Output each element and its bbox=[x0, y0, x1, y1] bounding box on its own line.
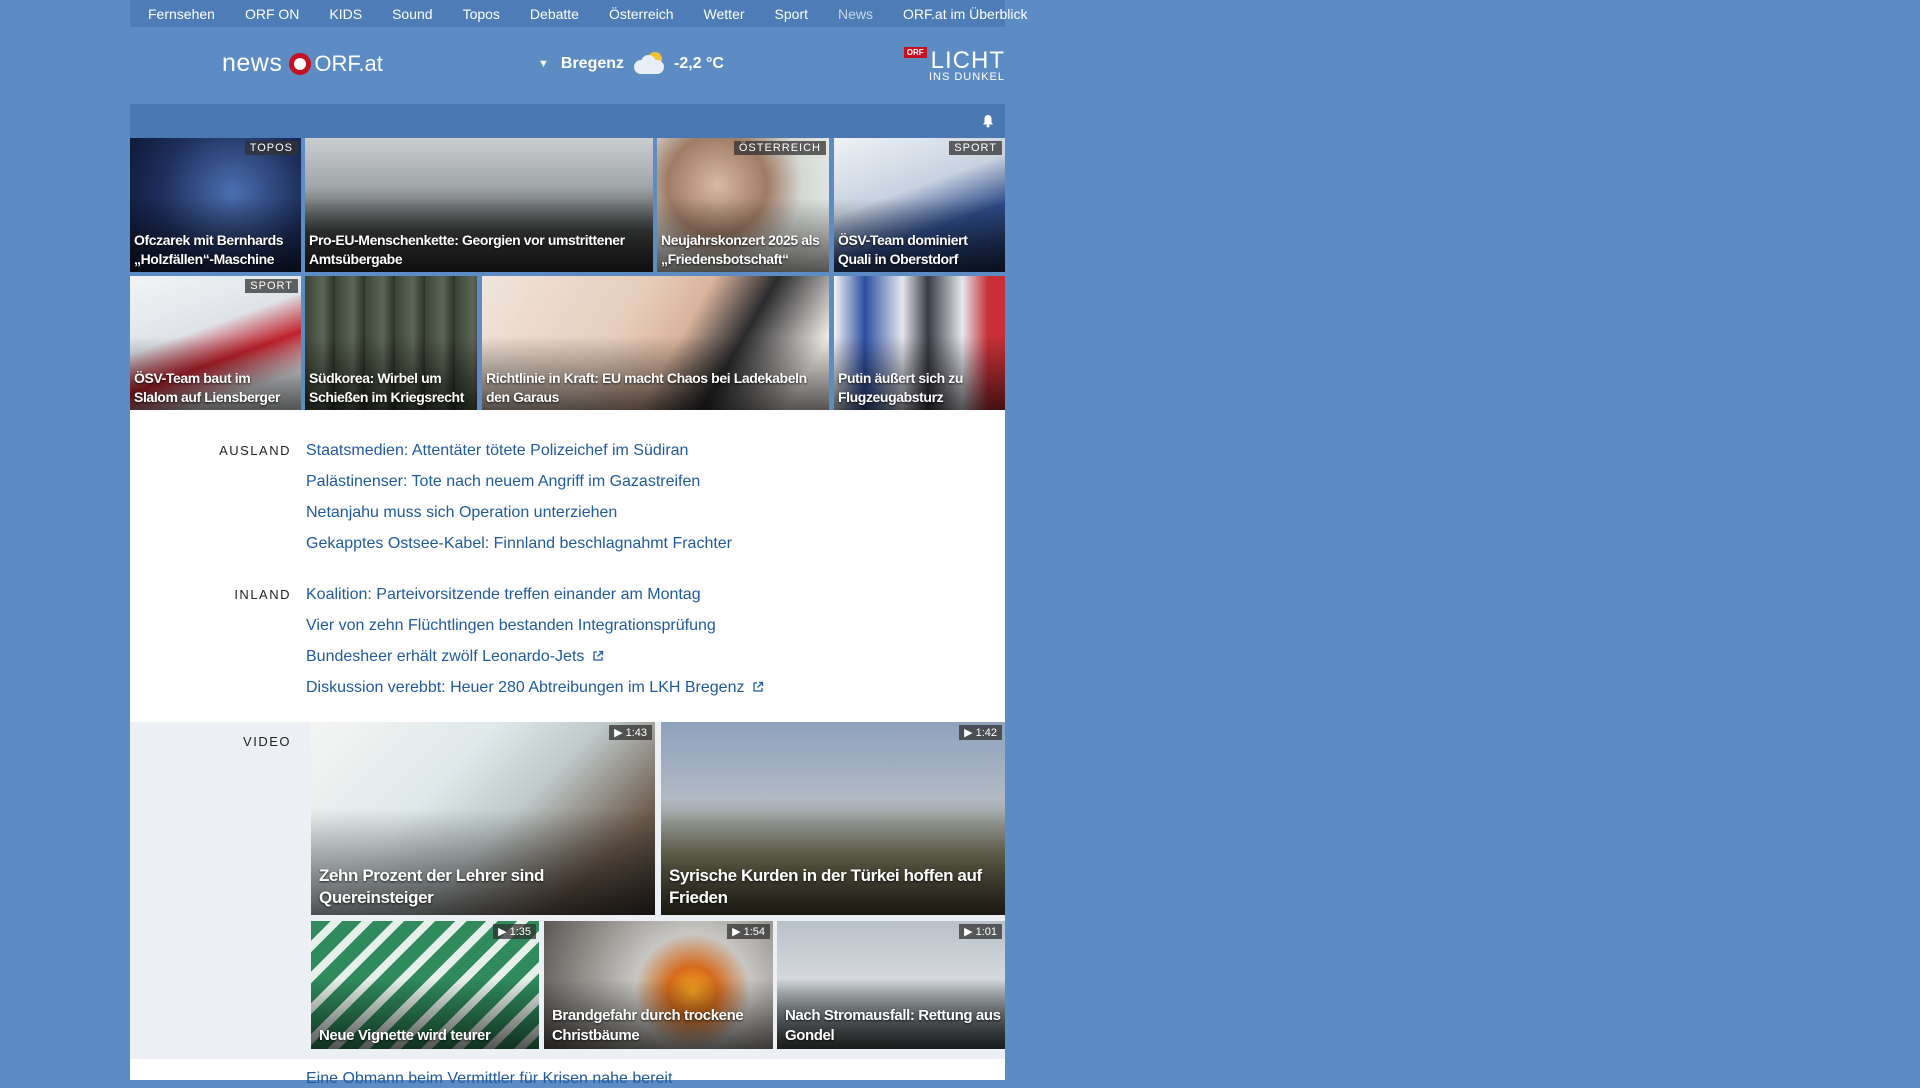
orf-badge: ORF bbox=[903, 47, 927, 58]
chevron-down-icon[interactable]: ▼ bbox=[538, 58, 549, 70]
tile-title: Nach Stromausfall: Rettung aus Gondel bbox=[785, 1007, 1001, 1044]
article-link[interactable]: Netanjahu muss sich Operation unterziehe… bbox=[306, 497, 732, 528]
video-duration: ▶ 1:54 bbox=[727, 924, 770, 939]
story-tile[interactable]: SPORT ÖSV-Team dominiert Quali in Oberst… bbox=[834, 138, 1005, 272]
nav-item-oesterreich[interactable]: Österreich bbox=[591, 6, 686, 22]
article-link[interactable]: Gekapptes Ostsee-Kabel: Finnland beschla… bbox=[306, 528, 732, 559]
article-link[interactable]: Koalition: Parteivorsitzende treffen ein… bbox=[306, 579, 764, 610]
weather-widget[interactable]: ▼ Bregenz -2,2 °C bbox=[538, 52, 724, 76]
tile-title: Zehn Prozent der Lehrer sind Quereinstei… bbox=[319, 866, 544, 907]
category-badge: SPORT bbox=[245, 279, 298, 293]
tile-title: Südkorea: Wirbel um Schießen im Kriegsre… bbox=[309, 370, 464, 405]
tile-title: Syrische Kurden in der Türkei hoffen auf… bbox=[669, 866, 982, 907]
link-list: Staatsmedien: Attentäter tötete Polizeic… bbox=[306, 435, 732, 559]
video-duration: ▶ 1:01 bbox=[959, 924, 1002, 939]
video-duration: ▶ 1:43 bbox=[609, 725, 652, 740]
sub-bar bbox=[130, 104, 1005, 138]
logo-news-text: news bbox=[222, 49, 283, 77]
tile-title: Neujahrskonzert 2025 als „Friedensbotsch… bbox=[661, 232, 820, 267]
tile-title: ÖSV-Team dominiert Quali in Oberstdorf bbox=[838, 232, 968, 267]
nav-item-kids[interactable]: KIDS bbox=[311, 6, 374, 22]
category-badge: ÖSTERREICH bbox=[733, 141, 826, 155]
video-tile[interactable]: ▶ 1:01 Nach Stromausfall: Rettung aus Go… bbox=[777, 921, 1005, 1049]
tile-title: Putin äußert sich zu Flugzeugabsturz bbox=[838, 370, 964, 405]
tile-title: Brandgefahr durch trockene Christbäume bbox=[552, 1007, 744, 1044]
link-text: Diskussion verebbt: Heuer 280 Abtreibung… bbox=[306, 679, 745, 696]
nav-item-news[interactable]: News bbox=[820, 6, 885, 22]
tile-title: Pro-EU-Menschenkette: Georgien vor umstr… bbox=[309, 232, 625, 267]
video-tile[interactable]: ▶ 1:35 Neue Vignette wird teurer bbox=[311, 921, 539, 1049]
section-label: AUSLAND bbox=[219, 443, 291, 458]
top-navigation: Fernsehen ORF ON KIDS Sound Topos Debatt… bbox=[130, 0, 1027, 27]
nav-overview-link[interactable]: ORF.at im Überblick bbox=[885, 6, 1047, 22]
nav-item-wetter[interactable]: Wetter bbox=[686, 6, 757, 22]
nav-item-topos[interactable]: Topos bbox=[445, 6, 512, 22]
licht-ins-dunkel-logo[interactable]: ORF LICHT INS DUNKEL bbox=[903, 47, 1005, 83]
weather-temperature: -2,2 °C bbox=[674, 55, 724, 72]
tile-title: ÖSV-Team baut im Slalom auf Liensberger bbox=[134, 370, 281, 405]
news-orf-logo[interactable]: news ORF.at bbox=[222, 49, 383, 78]
external-link-icon bbox=[753, 681, 764, 692]
video-tile[interactable]: ▶ 1:54 Brandgefahr durch trockene Christ… bbox=[544, 921, 773, 1049]
nav-item-sound[interactable]: Sound bbox=[374, 6, 444, 22]
story-tile[interactable]: SPORT ÖSV-Team baut im Slalom auf Liensb… bbox=[130, 276, 301, 410]
story-tile[interactable]: Richtlinie in Kraft: EU macht Chaos bei … bbox=[482, 276, 829, 410]
section-label: VIDEO bbox=[243, 734, 291, 749]
story-tile[interactable]: ÖSTERREICH Neujahrskonzert 2025 als „Fri… bbox=[657, 138, 829, 272]
tile-title: Richtlinie in Kraft: EU macht Chaos bei … bbox=[486, 370, 807, 405]
header: news ORF.at ▼ Bregenz -2,2 °C ORF LICHT I… bbox=[130, 27, 1005, 103]
video-duration: ▶ 1:42 bbox=[959, 725, 1002, 740]
partly-cloudy-icon bbox=[632, 52, 666, 76]
article-link-external[interactable]: Bundesheer erhält zwölf Leonardo-Jets bbox=[306, 641, 764, 672]
story-tile[interactable]: Putin äußert sich zu Flugzeugabsturz bbox=[834, 276, 1005, 410]
video-section: VIDEO ▶ 1:43 Zehn Prozent der Lehrer sin… bbox=[130, 722, 1005, 1059]
article-link[interactable]: Palästinenser: Tote nach neuem Angriff i… bbox=[306, 466, 732, 497]
nav-item-orf-on[interactable]: ORF ON bbox=[227, 6, 311, 22]
external-link-icon bbox=[593, 650, 604, 661]
main-content: AUSLAND Staatsmedien: Attentäter tötete … bbox=[130, 410, 1005, 1087]
category-badge: SPORT bbox=[949, 141, 1002, 155]
category-badge: TOPOS bbox=[244, 141, 298, 155]
article-link-external[interactable]: Diskussion verebbt: Heuer 280 Abtreibung… bbox=[306, 672, 764, 703]
orf-ring-icon bbox=[289, 52, 312, 75]
article-link[interactable]: Eine Obmann beim Vermittler für Krisen n… bbox=[306, 1070, 672, 1088]
nav-item-sport[interactable]: Sport bbox=[757, 6, 820, 22]
link-list: Koalition: Parteivorsitzende treffen ein… bbox=[306, 579, 764, 703]
page-wrapper: Fernsehen ORF ON KIDS Sound Topos Debatt… bbox=[130, 0, 1027, 1087]
logo-orf-text: ORF.at bbox=[314, 50, 383, 76]
weather-location: Bregenz bbox=[560, 55, 625, 72]
article-link[interactable]: Staatsmedien: Attentäter tötete Polizeic… bbox=[306, 435, 732, 466]
story-tile[interactable]: Südkorea: Wirbel um Schießen im Kriegsre… bbox=[305, 276, 477, 410]
licht-title: LICHT bbox=[930, 47, 1005, 74]
story-tile[interactable]: TOPOS Ofczarek mit Bernhards „Holzfällen… bbox=[130, 138, 301, 272]
bell-icon[interactable] bbox=[981, 114, 995, 128]
link-text: Bundesheer erhält zwölf Leonardo-Jets bbox=[306, 648, 585, 665]
video-tile[interactable]: ▶ 1:42 Syrische Kurden in der Türkei hof… bbox=[661, 722, 1005, 915]
article-link[interactable]: Vier von zehn Flüchtlingen bestanden Int… bbox=[306, 610, 764, 641]
story-tile[interactable]: Pro-EU-Menschenkette: Georgien vor umstr… bbox=[305, 138, 653, 272]
tile-title: Ofczarek mit Bernhards „Holzfällen“-Masc… bbox=[134, 232, 284, 267]
tile-title: Neue Vignette wird teurer bbox=[319, 1027, 491, 1044]
section-label: INLAND bbox=[234, 587, 291, 602]
video-duration: ▶ 1:35 bbox=[493, 924, 536, 939]
video-tile[interactable]: ▶ 1:43 Zehn Prozent der Lehrer sind Quer… bbox=[311, 722, 655, 915]
nav-item-fernsehen[interactable]: Fernsehen bbox=[130, 6, 227, 22]
nav-item-debatte[interactable]: Debatte bbox=[512, 6, 591, 22]
